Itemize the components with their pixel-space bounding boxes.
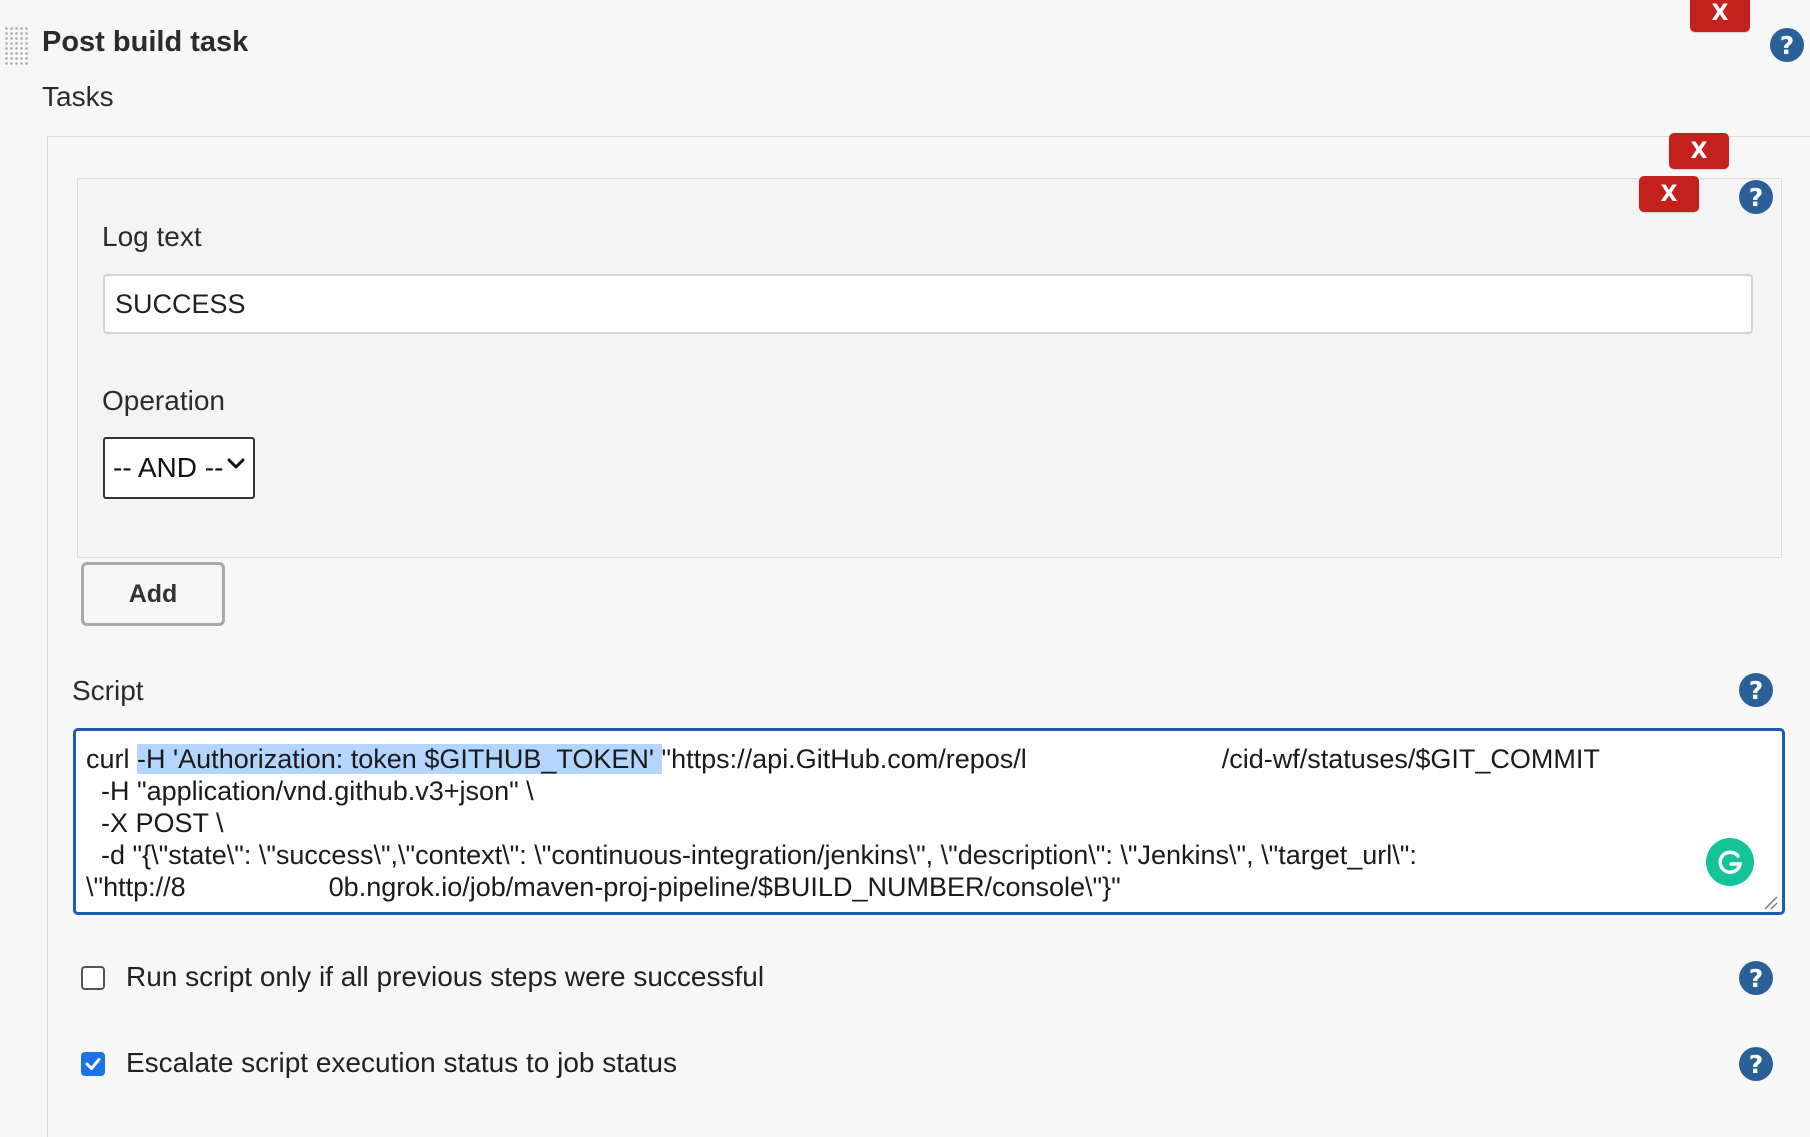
run-only-if-success-checkbox[interactable]	[81, 966, 105, 990]
help-icon[interactable]: ?	[1739, 961, 1773, 995]
section-title: Post build task	[42, 26, 249, 58]
run-only-if-success-label[interactable]: Run script only if all previous steps we…	[126, 961, 764, 993]
script-line: -H "application/vnd.github.v3+json" \	[86, 776, 534, 806]
resize-grip-icon[interactable]	[1762, 894, 1778, 910]
operation-selected-value: -- AND --	[113, 452, 224, 483]
escalate-status-label[interactable]: Escalate script execution status to job …	[126, 1047, 677, 1079]
close-icon: X	[1660, 181, 1678, 207]
script-line: -d "{\"state\": \"success\",\"context\":…	[86, 840, 1417, 870]
delete-task-button[interactable]: X	[1669, 133, 1729, 169]
add-button[interactable]: Add	[81, 562, 225, 626]
delete-post-build-task-button[interactable]: X	[1690, 0, 1750, 32]
close-icon: X	[1711, 0, 1729, 26]
log-text-input[interactable]	[103, 274, 1753, 334]
escalate-status-checkbox[interactable]	[81, 1052, 105, 1076]
selected-text: -H 'Authorization: token $GITHUB_TOKEN'	[137, 744, 662, 774]
operation-select[interactable]: -- AND --	[103, 437, 255, 499]
close-icon: X	[1690, 138, 1708, 164]
log-text-panel	[77, 178, 1782, 558]
drag-handle-icon[interactable]	[4, 26, 28, 66]
checkmark-icon	[85, 1058, 101, 1070]
grammarly-icon[interactable]	[1706, 838, 1754, 886]
log-text-label: Log text	[102, 221, 202, 252]
script-line: curl -H 'Authorization: token $GITHUB_TO…	[86, 744, 1600, 774]
help-icon[interactable]: ?	[1739, 673, 1773, 707]
script-line: \"http://8 0b.ngrok.io/job/maven-proj-pip…	[86, 872, 1121, 902]
operation-label: Operation	[102, 385, 225, 416]
help-icon[interactable]: ?	[1770, 28, 1804, 62]
script-textarea[interactable]: curl -H 'Authorization: token $GITHUB_TO…	[73, 728, 1785, 915]
chevron-down-icon	[227, 458, 245, 469]
help-icon[interactable]: ?	[1739, 180, 1773, 214]
help-icon[interactable]: ?	[1739, 1047, 1773, 1081]
tasks-label: Tasks	[42, 81, 114, 112]
script-label: Script	[72, 675, 144, 706]
script-line: -X POST \	[86, 808, 224, 838]
delete-log-text-button[interactable]: X	[1639, 176, 1699, 212]
